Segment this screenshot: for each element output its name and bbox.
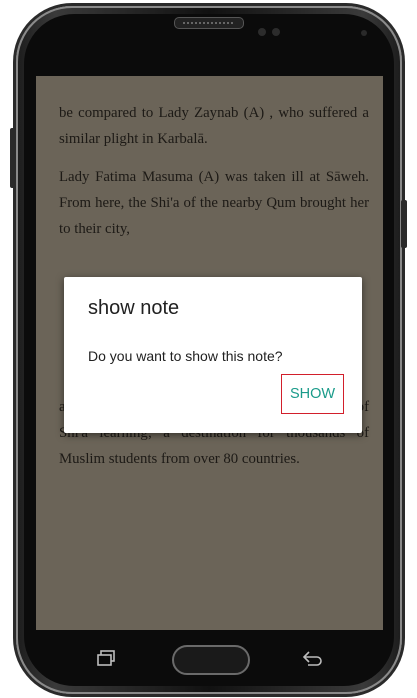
light-sensor xyxy=(272,28,280,36)
book-paragraph: be compared to Lady Zaynab (A) , who suf… xyxy=(59,105,369,147)
show-button[interactable]: SHOW xyxy=(281,374,344,414)
dialog-title: show note xyxy=(88,297,180,319)
recent-apps-icon[interactable] xyxy=(96,650,116,668)
proximity-sensor xyxy=(258,28,266,36)
show-note-dialog: show note Do you want to show this note?… xyxy=(64,277,362,433)
home-button[interactable] xyxy=(172,645,250,675)
volume-button xyxy=(10,128,16,188)
earpiece-speaker xyxy=(174,17,244,29)
book-paragraph: Lady Fatima Masuma (A) was taken ill at … xyxy=(59,169,369,237)
power-button xyxy=(401,200,407,248)
dialog-message: Do you want to show this note? xyxy=(88,348,283,364)
front-camera xyxy=(361,30,367,36)
back-icon[interactable] xyxy=(302,650,324,668)
